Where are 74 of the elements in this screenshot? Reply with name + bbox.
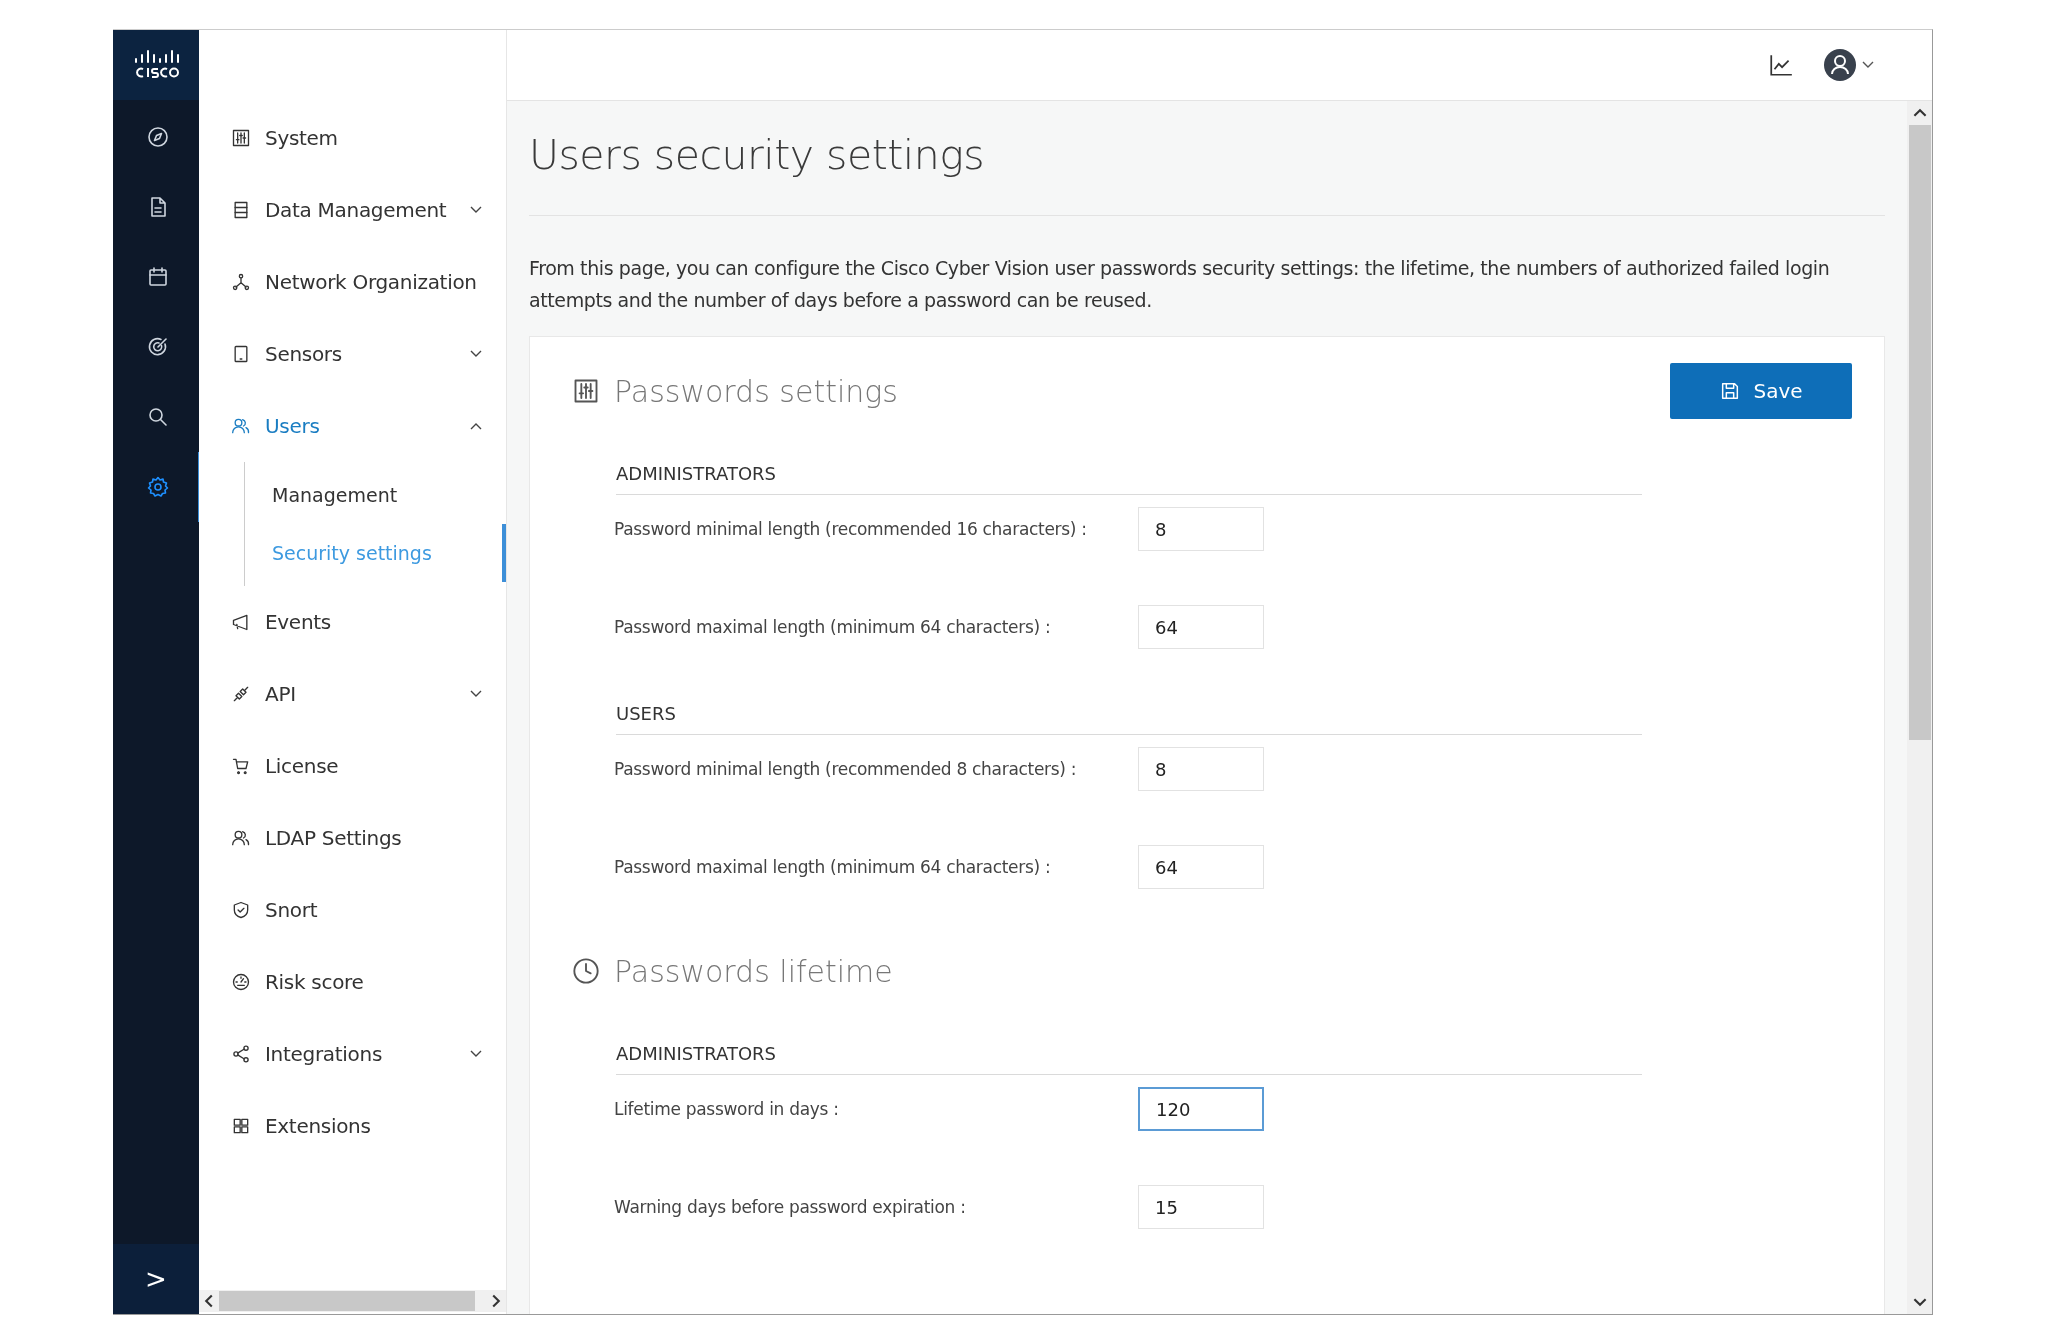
clock-icon	[572, 957, 600, 985]
users-icon	[231, 828, 251, 848]
shield-icon	[231, 900, 251, 920]
sidebar-item-label: LDAP Settings	[265, 826, 403, 850]
expand-button[interactable]: >	[113, 1244, 199, 1314]
sidebar-item-label: License	[265, 754, 340, 778]
field-label: Password minimal length (recommended 16 characters) :	[614, 519, 1088, 539]
sidebar-item[interactable]: Extensions	[199, 1090, 506, 1162]
users-icon	[231, 416, 251, 436]
sidebar-item-label: Network Organization	[265, 270, 478, 294]
line-chart-icon[interactable]	[1768, 52, 1794, 78]
sidebar-item-label: Events	[265, 610, 332, 634]
network-icon	[231, 272, 251, 292]
sidebar-item-label: Snort	[265, 898, 319, 922]
field-label: Password maximal length (minimum 64 characters) :	[614, 617, 1052, 637]
submenu-item[interactable]: Management	[245, 466, 506, 524]
sidebar-item[interactable]: License	[199, 730, 506, 802]
sidebar-item-label: Sensors	[265, 342, 343, 366]
caret-icon[interactable]	[1862, 61, 1874, 69]
cart-icon	[231, 756, 251, 776]
section-title: Passwords settings	[614, 373, 899, 409]
field-label: Password minimal length (recommended 8 characters) :	[614, 759, 1078, 779]
sidebar-item[interactable]: System	[199, 102, 506, 174]
sidebar-item-label: System	[265, 126, 339, 150]
compass-icon	[145, 125, 170, 149]
group-heading: USERS	[616, 703, 1642, 735]
sidebar-item[interactable]: Integrations	[199, 1018, 506, 1090]
sidebar-item-label: Integrations	[265, 1042, 384, 1066]
field-label: Password maximal length (minimum 64 characters) :	[614, 857, 1052, 877]
group-heading: ADMINISTRATORS	[616, 463, 1642, 495]
chevron-up-icon[interactable]	[470, 422, 482, 430]
page-description: From this page, you can configure the Cisco Cyber Vision user passwords security settings: the lifetime, the numbers of authorized failed login attempts and the number of days before a password can be reused.	[529, 256, 1831, 313]
page-title: Users security settings	[529, 131, 1885, 216]
sidebar-item[interactable]: Snort	[199, 874, 506, 946]
number-input-field[interactable]: 15	[1138, 1185, 1264, 1229]
sidebar-item-label: Data Management	[265, 198, 448, 222]
sidebar-item-label: API	[265, 682, 297, 706]
section-title: Passwords lifetime	[614, 953, 894, 989]
megaphone-icon	[231, 612, 251, 632]
chevron-down-icon[interactable]	[470, 690, 482, 698]
vertical-scrollbar[interactable]	[1907, 101, 1932, 1314]
avatar-icon	[1824, 49, 1856, 81]
number-input-field[interactable]: 120	[1138, 1087, 1264, 1131]
chevron-down-icon[interactable]	[470, 206, 482, 214]
group-heading: ADMINISTRATORS	[616, 1043, 1642, 1075]
sidebar-item[interactable]: Sensors	[199, 318, 506, 390]
field-label: Lifetime password in days :	[614, 1099, 840, 1119]
plug-icon	[231, 684, 251, 704]
number-input-field[interactable]: 64	[1138, 605, 1264, 649]
number-input-field[interactable]: 64	[1138, 845, 1264, 889]
sidebar-item-label: Users	[265, 414, 321, 438]
horizontal-scrollbar[interactable]	[199, 1290, 506, 1312]
grid-icon	[231, 1116, 251, 1136]
sidebar-item[interactable]: Risk score	[199, 946, 506, 1018]
number-input-field[interactable]: 8	[1138, 507, 1264, 551]
field-label: Warning days before password expiration :	[614, 1197, 967, 1217]
share-icon	[231, 1044, 251, 1064]
number-input-field[interactable]: 8	[1138, 747, 1264, 791]
settings-icon	[145, 475, 170, 499]
chevron-down-icon[interactable]	[470, 350, 482, 358]
sidebar-item[interactable]: Events	[199, 586, 506, 658]
sliders-icon	[572, 377, 600, 405]
sidebar-item[interactable]: Users	[199, 390, 506, 462]
chevron-down-icon[interactable]	[470, 1050, 482, 1058]
sidebar-item[interactable]: LDAP Settings	[199, 802, 506, 874]
sidebar-item-label: Extensions	[265, 1114, 372, 1138]
sliders-icon	[231, 128, 251, 148]
gauge-icon	[231, 972, 251, 992]
sidebar-item[interactable]: API	[199, 658, 506, 730]
sidebar-item[interactable]: Data Management	[199, 174, 506, 246]
sidebar-item[interactable]: Network Organization	[199, 246, 506, 318]
sidebar-item-label: Risk score	[265, 970, 365, 994]
user-menu-button[interactable]	[1824, 49, 1874, 81]
save-button[interactable]: Save	[1670, 363, 1852, 419]
